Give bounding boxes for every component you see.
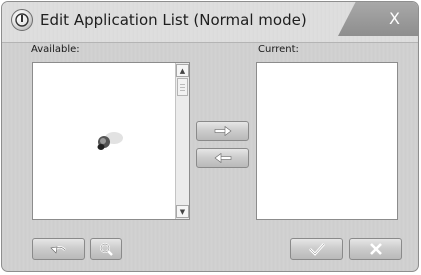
title-bar: Edit Application List (Normal mode) X	[2, 2, 418, 43]
scroll-thumb[interactable]	[177, 78, 188, 96]
arrow-right-icon	[214, 126, 231, 136]
checkmark-icon	[308, 243, 325, 256]
close-button[interactable]: X	[389, 9, 400, 28]
arrow-left-icon	[214, 153, 231, 163]
search-button[interactable]	[90, 238, 122, 260]
magnifier-icon	[100, 243, 113, 256]
current-list[interactable]	[256, 62, 398, 220]
app-logo-icon	[11, 9, 33, 31]
x-icon	[369, 243, 382, 255]
window-title: Edit Application List (Normal mode)	[40, 11, 307, 29]
available-label: Available:	[31, 44, 80, 55]
edit-application-list-dialog: Edit Application List (Normal mode) X Av…	[1, 1, 419, 272]
remove-button[interactable]	[196, 148, 249, 168]
undo-icon	[49, 246, 66, 254]
scroll-down-icon[interactable]: ▼	[176, 205, 189, 218]
cancel-button[interactable]	[349, 238, 402, 260]
current-label: Current:	[258, 44, 299, 55]
available-scrollbar[interactable]: ▲ ▼	[175, 63, 189, 219]
available-list[interactable]: ▲ ▼	[32, 62, 190, 220]
add-button[interactable]	[196, 121, 249, 141]
ok-button[interactable]	[290, 238, 343, 260]
undo-button[interactable]	[32, 238, 85, 260]
loading-spinner-icon	[94, 129, 124, 153]
scroll-up-icon[interactable]: ▲	[176, 64, 189, 77]
close-tab	[338, 2, 418, 36]
